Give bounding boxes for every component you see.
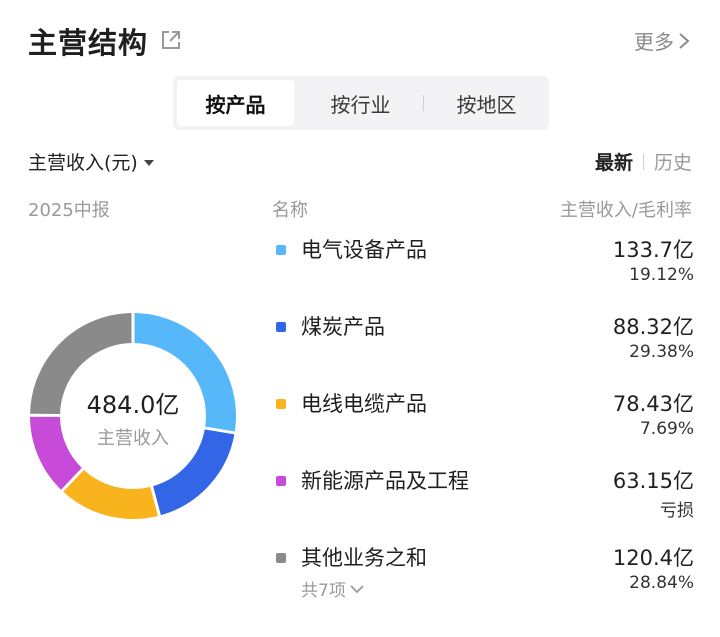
more-label: 更多: [634, 30, 674, 54]
segment-row[interactable]: 电气设备产品 133.7亿 19.12%: [276, 234, 694, 304]
legend-color-swatch: [276, 553, 286, 563]
donut-center-label: 主营收入: [97, 428, 169, 449]
legend-color-swatch: [276, 399, 286, 409]
segment-revenue: 133.7亿: [612, 238, 694, 262]
view-toggle: 最新 历史: [595, 148, 692, 175]
segment-margin: 28.84%: [629, 573, 694, 593]
segment-name: 煤炭产品: [301, 315, 385, 339]
tab-by-product[interactable]: 按产品: [177, 80, 294, 126]
segment-revenue: 88.32亿: [612, 315, 694, 339]
tab-divider: [423, 95, 424, 111]
toggle-divider: [642, 153, 644, 170]
segment-revenue: 120.4亿: [612, 546, 694, 570]
toggle-latest[interactable]: 最新: [595, 148, 633, 175]
segment-row[interactable]: 其他业务之和 120.4亿 28.84% 共7项: [276, 542, 694, 612]
segment-margin: 29.38%: [629, 342, 694, 362]
segment-row[interactable]: 新能源产品及工程 63.15亿 亏损: [276, 465, 694, 535]
segment-margin: 19.12%: [629, 265, 694, 285]
chevron-right-icon: [679, 32, 690, 49]
legend-color-swatch: [276, 245, 286, 255]
period-label: 2025中报: [28, 200, 110, 221]
segment-name: 其他业务之和: [301, 546, 427, 570]
segment-row[interactable]: 电线电缆产品 78.43亿 7.69%: [276, 388, 694, 458]
segment-name: 电气设备产品: [301, 238, 427, 262]
tab-by-industry[interactable]: 按行业: [302, 80, 419, 126]
legend-color-swatch: [276, 476, 286, 486]
metric-label: 主营收入(元): [28, 152, 138, 174]
chevron-down-icon: [350, 584, 364, 593]
toggle-history[interactable]: 历史: [654, 148, 692, 175]
donut-center-value: 484.0亿: [86, 391, 180, 419]
segment-name: 新能源产品及工程: [301, 469, 469, 493]
column-header-name: 名称: [272, 200, 308, 221]
external-link-icon[interactable]: [160, 29, 182, 51]
tab-by-region[interactable]: 按地区: [428, 80, 545, 126]
segment-row[interactable]: 煤炭产品 88.32亿 29.38%: [276, 311, 694, 381]
sub-items-count: 共7项: [301, 581, 346, 601]
dimension-tabs: 按产品 按行业 按地区: [173, 76, 549, 130]
legend-color-swatch: [276, 322, 286, 332]
segment-margin: 7.69%: [639, 419, 694, 439]
caret-down-icon: [143, 159, 154, 166]
segment-revenue: 63.15亿: [612, 469, 694, 493]
metric-dropdown[interactable]: 主营收入(元): [28, 148, 154, 175]
sub-items-expander[interactable]: 共7项: [301, 576, 364, 601]
column-header-revenue-margin: 主营收入/毛利率: [559, 200, 692, 221]
segment-name: 电线电缆产品: [301, 392, 427, 416]
more-link[interactable]: 更多: [634, 26, 690, 55]
section-title: 主营结构: [28, 26, 149, 60]
segment-margin: 亏损: [660, 501, 694, 521]
segment-revenue: 78.43亿: [612, 392, 694, 416]
